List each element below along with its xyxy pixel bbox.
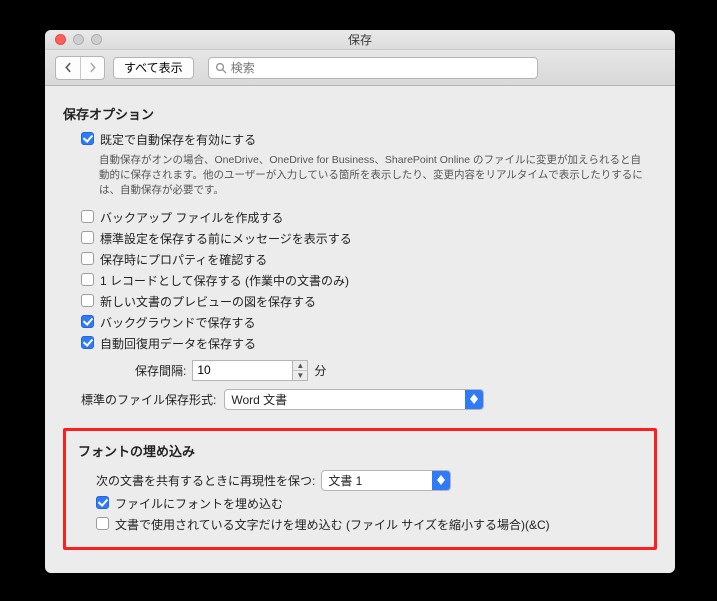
autorecover-row: 自動回復用データを保存する bbox=[63, 333, 657, 354]
default-format-row: 標準のファイル保存形式: Word 文書 bbox=[63, 389, 657, 410]
backup-label: バックアップ ファイルを作成する bbox=[100, 209, 283, 226]
interval-unit: 分 bbox=[314, 362, 326, 379]
save-options-heading: 保存オプション bbox=[63, 104, 657, 123]
chevron-right-icon bbox=[87, 62, 98, 73]
embed-subset-label: 文書で使用されている文字だけを埋め込む (ファイル サイズを縮小する場合)(&C… bbox=[115, 516, 550, 533]
autorecover-label: 自動回復用データを保存する bbox=[100, 335, 256, 352]
prompt-properties-checkbox[interactable] bbox=[81, 252, 94, 265]
save-preview-row: 新しい文書のプレビューの図を保存する bbox=[63, 291, 657, 312]
search-icon bbox=[215, 62, 227, 74]
select-caret-icon bbox=[432, 471, 450, 490]
stepper-down-icon[interactable]: ▼ bbox=[293, 370, 307, 380]
nav-segment bbox=[55, 56, 105, 80]
share-doc-value: 文書 1 bbox=[328, 472, 362, 489]
interval-input[interactable] bbox=[192, 360, 292, 381]
embed-subset-row: 文書で使用されている文字だけを埋め込む (ファイル サイズを縮小する場合)(&C… bbox=[78, 514, 642, 535]
share-doc-row: 次の文書を共有するときに再現性を保つ: 文書 1 bbox=[78, 468, 642, 493]
embed-subset-checkbox[interactable] bbox=[96, 517, 109, 530]
toolbar: すべて表示 bbox=[45, 50, 675, 86]
autosave-checkbox[interactable] bbox=[81, 132, 94, 145]
embed-fonts-label: ファイルにフォントを埋め込む bbox=[115, 495, 283, 512]
content-area: 保存オプション 既定で自動保存を有効にする 自動保存がオンの場合、OneDriv… bbox=[45, 86, 675, 568]
default-format-value: Word 文書 bbox=[231, 391, 287, 408]
background-save-row: バックグラウンドで保存する bbox=[63, 312, 657, 333]
preferences-window: 保存 すべて表示 保存オプション 既定で自動保存を有効にする 自動保存がオンの場… bbox=[45, 30, 675, 573]
interval-label: 保存間隔: bbox=[135, 362, 186, 379]
prompt-normal-label: 標準設定を保存する前にメッセージを表示する bbox=[100, 230, 352, 247]
save-preview-checkbox[interactable] bbox=[81, 294, 94, 307]
autosave-label: 既定で自動保存を有効にする bbox=[100, 131, 256, 148]
font-embed-heading: フォントの埋め込み bbox=[78, 441, 642, 460]
window-title: 保存 bbox=[45, 31, 675, 48]
window-controls bbox=[45, 34, 102, 45]
interval-field: ▲ ▼ bbox=[192, 360, 308, 381]
autorecover-checkbox[interactable] bbox=[81, 336, 94, 349]
embed-fonts-row: ファイルにフォントを埋め込む bbox=[78, 493, 642, 514]
save-record-checkbox[interactable] bbox=[81, 273, 94, 286]
forward-button[interactable] bbox=[80, 57, 104, 79]
embed-fonts-checkbox[interactable] bbox=[96, 496, 109, 509]
zoom-icon[interactable] bbox=[91, 34, 102, 45]
search-input[interactable] bbox=[231, 61, 531, 75]
background-save-label: バックグラウンドで保存する bbox=[100, 314, 256, 331]
close-icon[interactable] bbox=[55, 34, 66, 45]
chevron-left-icon bbox=[63, 62, 74, 73]
default-format-label: 標準のファイル保存形式: bbox=[81, 391, 216, 408]
backup-row: バックアップ ファイルを作成する bbox=[63, 207, 657, 228]
interval-stepper[interactable]: ▲ ▼ bbox=[292, 360, 308, 381]
font-embed-section: フォントの埋め込み 次の文書を共有するときに再現性を保つ: 文書 1 ファイルに… bbox=[63, 428, 657, 550]
prompt-normal-checkbox[interactable] bbox=[81, 231, 94, 244]
default-format-select[interactable]: Word 文書 bbox=[224, 389, 484, 410]
search-field[interactable] bbox=[208, 57, 538, 79]
stepper-up-icon[interactable]: ▲ bbox=[293, 361, 307, 370]
back-button[interactable] bbox=[56, 57, 80, 79]
prompt-normal-row: 標準設定を保存する前にメッセージを表示する bbox=[63, 228, 657, 249]
minimize-icon[interactable] bbox=[73, 34, 84, 45]
share-doc-select[interactable]: 文書 1 bbox=[321, 470, 451, 491]
show-all-button[interactable]: すべて表示 bbox=[113, 57, 194, 79]
save-record-row: 1 レコードとして保存する (作業中の文書のみ) bbox=[63, 270, 657, 291]
backup-checkbox[interactable] bbox=[81, 210, 94, 223]
autosave-help: 自動保存がオンの場合、OneDrive、OneDrive for Busines… bbox=[63, 150, 657, 207]
titlebar: 保存 bbox=[45, 30, 675, 50]
interval-row: 保存間隔: ▲ ▼ 分 bbox=[63, 360, 657, 381]
share-doc-label: 次の文書を共有するときに再現性を保つ: bbox=[96, 472, 315, 489]
background-save-checkbox[interactable] bbox=[81, 315, 94, 328]
save-preview-label: 新しい文書のプレビューの図を保存する bbox=[100, 293, 316, 310]
prompt-properties-row: 保存時にプロパティを確認する bbox=[63, 249, 657, 270]
select-caret-icon bbox=[465, 390, 483, 409]
autosave-row: 既定で自動保存を有効にする bbox=[63, 129, 657, 150]
prompt-properties-label: 保存時にプロパティを確認する bbox=[100, 251, 267, 268]
save-record-label: 1 レコードとして保存する (作業中の文書のみ) bbox=[100, 272, 349, 289]
